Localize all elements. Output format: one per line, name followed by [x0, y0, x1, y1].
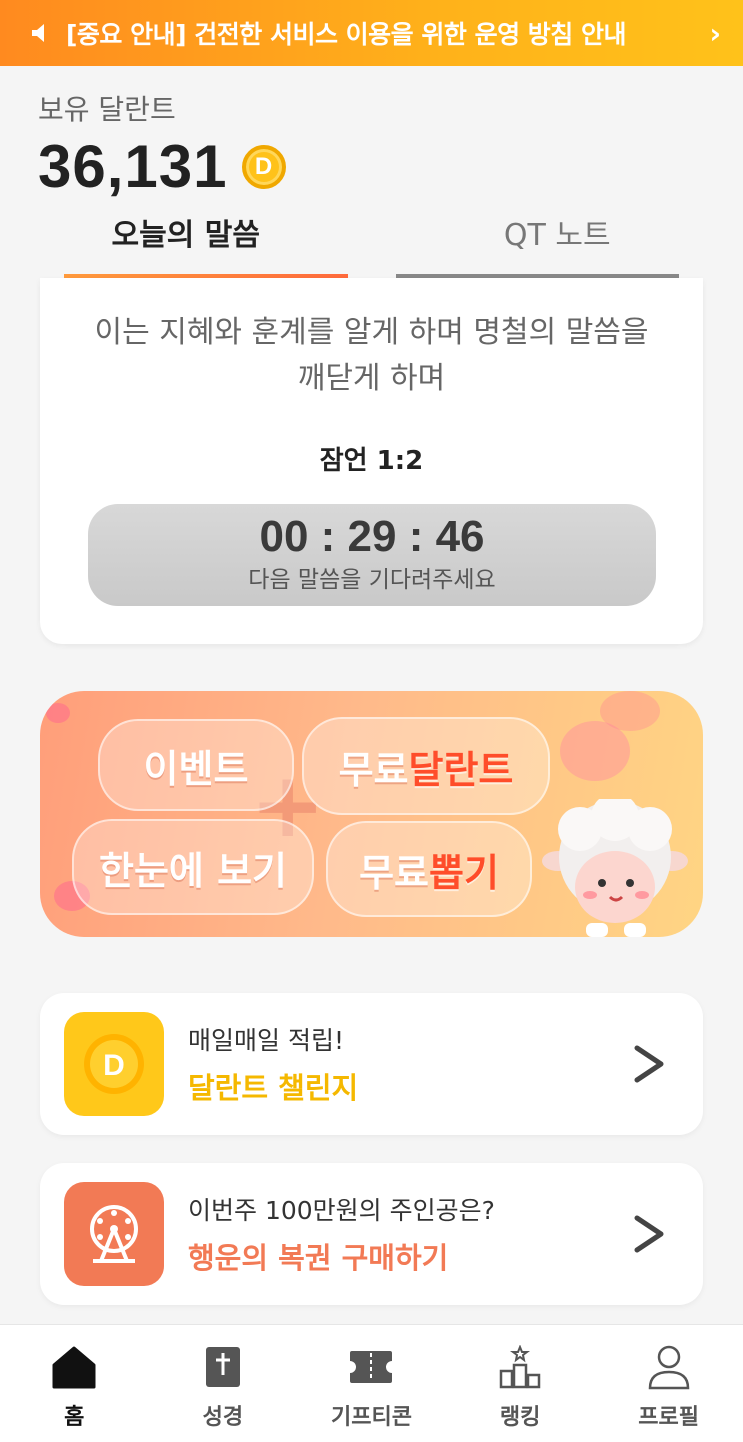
nav-bible[interactable]: 성경 [149, 1325, 298, 1442]
pill-label: 이벤트 [143, 746, 249, 791]
nav-label: 성경 [202, 1405, 244, 1430]
ferris-wheel-icon [64, 1182, 164, 1286]
chevron-right-icon: › [709, 16, 721, 50]
pill-highlight: 달란트 [408, 747, 514, 792]
pill-free-draw: 무료 뽑기 [326, 821, 532, 917]
chevron-right-icon [634, 1045, 664, 1083]
nav-profile[interactable]: 프로필 [594, 1325, 743, 1442]
pill-label: 무료 [338, 747, 409, 792]
nav-label: 기프티콘 [331, 1405, 412, 1430]
pill-label: 한눈에 보기 [98, 848, 288, 893]
coin-icon: D [241, 144, 286, 189]
ranking-icon [495, 1343, 545, 1391]
pill-event: 이벤트 [98, 719, 294, 811]
tab-label: QT 노트 [503, 218, 611, 253]
verse-text: 이는 지혜와 훈계를 알게 하며 명철의 말씀을 깨닫게 하며 [94, 315, 649, 396]
verse-card: 이는 지혜와 훈계를 알게 하며 명철의 말씀을 깨닫게 하며 잠언 1:2 0… [40, 278, 703, 644]
home-icon [49, 1343, 99, 1391]
nav-gifticon[interactable]: 기프티콘 [297, 1325, 446, 1442]
talent-challenge-card[interactable]: D 매일매일 적립! 달란트 챌린지 [40, 993, 703, 1135]
bottom-navigation: 홈 성경 기프티콘 랭킹 프로필 [0, 1324, 743, 1442]
balance-amount: 36,131 [38, 133, 228, 200]
notice-text: [중요 안내] 건전한 서비스 이용을 위한 운영 방침 안내 [66, 20, 626, 49]
heart-decoration [560, 721, 630, 781]
card-subtitle: 매일매일 적립! [188, 1026, 344, 1055]
tab-label: 오늘의 말씀 [111, 218, 260, 253]
tab-bar: 오늘의 말씀 QT 노트 [0, 210, 743, 278]
countdown-timer: 00 : 29 : 46 다음 말씀을 기다려주세요 [88, 504, 656, 606]
promo-banner[interactable]: + 이벤트 무료 달란트 한눈에 보기 무료 뽑기 [40, 691, 703, 937]
card-title: 행운의 복권 구매하기 [188, 1241, 449, 1275]
coin-icon: D [64, 1012, 164, 1116]
chevron-right-icon [634, 1215, 664, 1253]
pill-free-talent: 무료 달란트 [302, 717, 550, 815]
heart-decoration [46, 703, 70, 723]
svg-text:D: D [103, 1049, 125, 1082]
card-title: 달란트 챌린지 [188, 1071, 359, 1105]
balance-section: 보유 달란트 36,131 D [38, 88, 286, 201]
verse-reference: 잠언 1:2 [319, 446, 424, 476]
bible-icon [198, 1343, 248, 1391]
heart-decoration [600, 691, 660, 731]
notice-banner[interactable]: [중요 안내] 건전한 서비스 이용을 위한 운영 방침 안내 › [0, 0, 743, 66]
pill-label: 무료 [359, 850, 429, 895]
timer-caption: 다음 말씀을 기다려주세요 [248, 567, 496, 593]
sheep-mascot-icon [542, 799, 688, 937]
nav-label: 랭킹 [499, 1405, 541, 1430]
nav-ranking[interactable]: 랭킹 [446, 1325, 595, 1442]
speaker-icon [32, 24, 44, 42]
nav-home[interactable]: 홈 [0, 1325, 149, 1442]
coin-icon: D [84, 1034, 144, 1094]
lottery-card[interactable]: 이번주 100만원의 주인공은? 행운의 복권 구매하기 [40, 1163, 703, 1305]
profile-icon [644, 1343, 694, 1391]
nav-label: 프로필 [638, 1405, 700, 1430]
tab-today-word[interactable]: 오늘의 말씀 [0, 210, 372, 278]
ticket-icon [346, 1343, 396, 1391]
pill-highlight: 뽑기 [429, 850, 499, 895]
pill-overview: 한눈에 보기 [72, 819, 314, 915]
tab-qt-note[interactable]: QT 노트 [372, 210, 743, 278]
balance-label: 보유 달란트 [38, 93, 176, 126]
ferris-wheel-icon [90, 1205, 138, 1263]
nav-label: 홈 [64, 1405, 85, 1430]
card-subtitle: 이번주 100만원의 주인공은? [188, 1196, 495, 1225]
timer-value: 00 : 29 : 46 [259, 512, 485, 561]
